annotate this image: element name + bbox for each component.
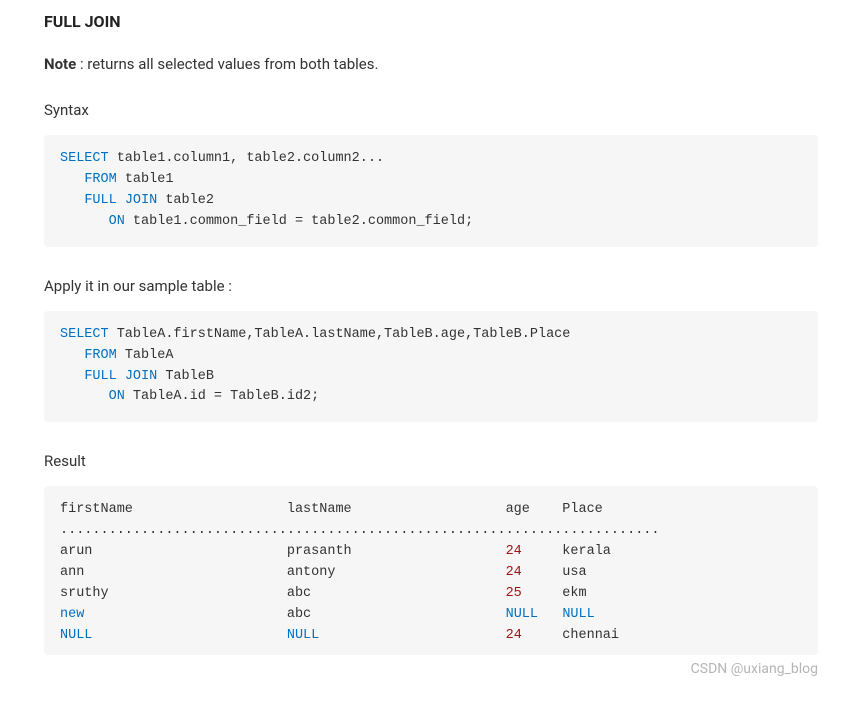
note-text: : returns all selected values from both …: [76, 55, 378, 73]
result-age: 24: [506, 565, 522, 580]
keyword-select: SELECT: [60, 151, 109, 166]
table-row: abc: [84, 607, 505, 622]
result-divider: ........................................…: [60, 523, 660, 538]
code-text: TableA.firstName,TableA.lastName,TableB.…: [109, 327, 571, 342]
result-sp: [538, 607, 562, 622]
note-paragraph: Note : returns all selected values from …: [44, 55, 818, 73]
apply-code-block: SELECT TableA.firstName,TableA.lastName,…: [44, 311, 818, 423]
page-title: FULL JOIN: [44, 12, 818, 31]
keyword-join: JOIN: [125, 369, 157, 384]
code-text: table1.common_field = table2.common_fiel…: [125, 214, 473, 229]
result-null: NULL: [287, 628, 319, 643]
result-label: Result: [44, 452, 818, 470]
table-row: arun prasanth: [60, 544, 506, 559]
result-new: new: [60, 607, 84, 622]
result-age: 24: [506, 544, 522, 559]
code-text: table1.column1, table2.column2...: [109, 151, 384, 166]
syntax-label: Syntax: [44, 101, 818, 119]
keyword-full: FULL: [84, 193, 116, 208]
code-text: TableA.id = TableB.id2;: [125, 389, 319, 404]
result-null: NULL: [506, 607, 538, 622]
code-text: table1: [117, 172, 174, 187]
watermark: CSDN @uxiang_blog: [691, 661, 818, 677]
result-place: kerala: [522, 544, 611, 559]
result-place: usa: [522, 565, 587, 580]
keyword-on: ON: [109, 389, 125, 404]
apply-label: Apply it in our sample table :: [44, 277, 818, 295]
table-row: ann antony: [60, 565, 506, 580]
result-age: 25: [506, 586, 522, 601]
table-row: [92, 628, 286, 643]
result-null: NULL: [562, 607, 594, 622]
syntax-code-block: SELECT table1.column1, table2.column2...…: [44, 135, 818, 247]
keyword-on: ON: [109, 214, 125, 229]
code-text: TableB: [157, 369, 214, 384]
result-sp: [319, 628, 505, 643]
keyword-from: FROM: [84, 172, 116, 187]
keyword-join: JOIN: [125, 193, 157, 208]
note-bold: Note: [44, 55, 76, 73]
keyword-full: FULL: [84, 369, 116, 384]
code-text: table2: [157, 193, 214, 208]
keyword-from: FROM: [84, 348, 116, 363]
result-null: NULL: [60, 628, 92, 643]
result-block: firstName lastName age Place ...........…: [44, 486, 818, 654]
result-place: ekm: [522, 586, 587, 601]
result-header: firstName lastName age Place: [60, 502, 603, 517]
table-row: sruthy abc: [60, 586, 506, 601]
result-place: chennai: [522, 628, 619, 643]
result-age: 24: [506, 628, 522, 643]
keyword-select: SELECT: [60, 327, 109, 342]
code-text: TableA: [117, 348, 174, 363]
